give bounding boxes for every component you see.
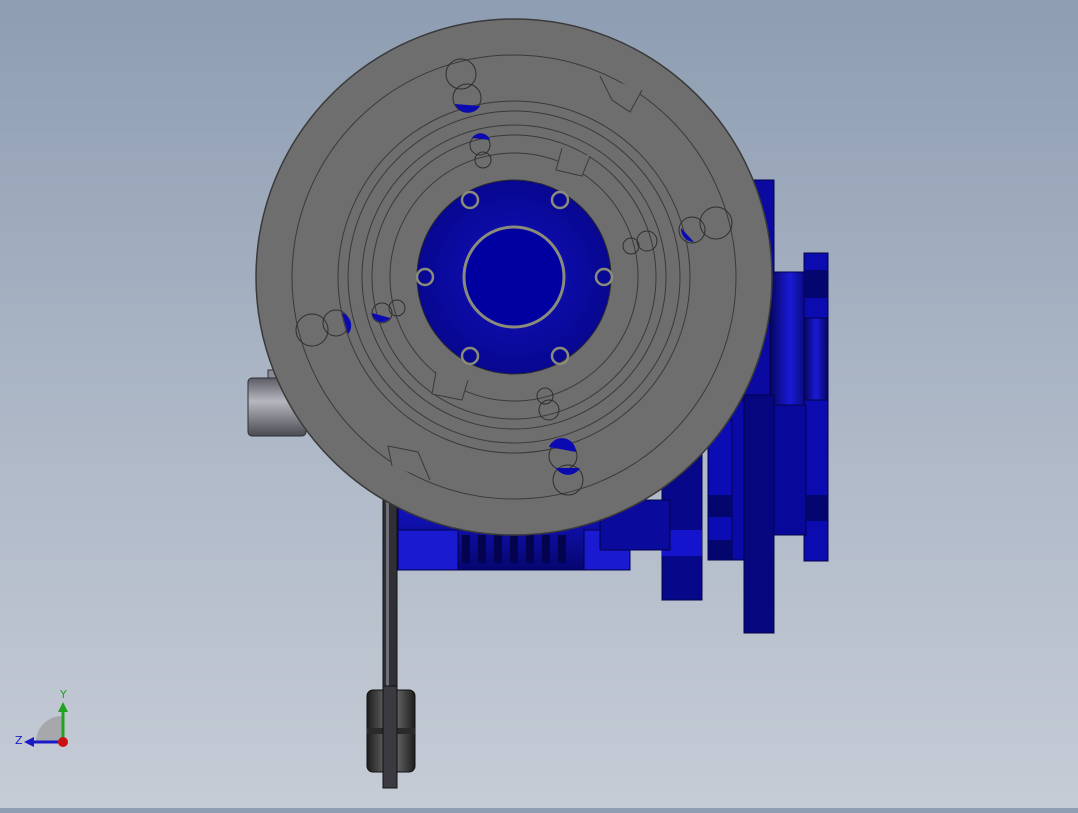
- y-axis-label: Y: [59, 688, 67, 701]
- 3d-viewport[interactable]: [0, 0, 1078, 808]
- orientation-triad[interactable]: Y Z: [10, 684, 80, 754]
- triad-arc-icon: [36, 716, 62, 742]
- rotary-disc: [255, 18, 773, 536]
- x-axis-icon: [58, 737, 68, 747]
- z-axis-label: Z: [15, 734, 23, 747]
